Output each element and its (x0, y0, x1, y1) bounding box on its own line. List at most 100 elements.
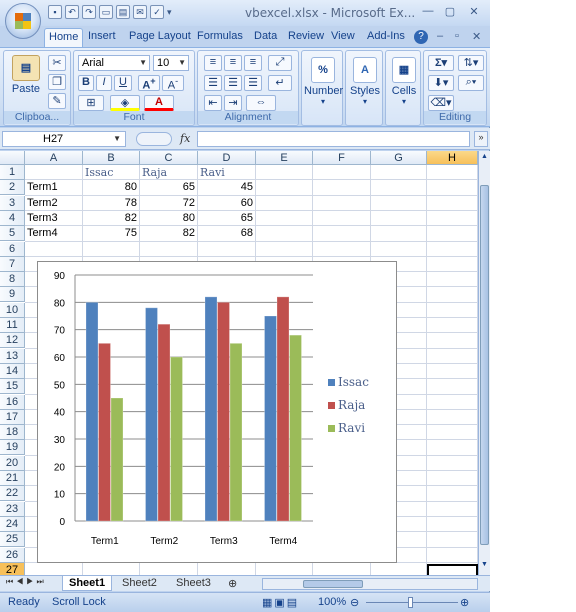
increase-indent-icon[interactable]: ⇥ (224, 95, 242, 111)
row-header-25[interactable]: 25 (0, 532, 25, 548)
row-header-17[interactable]: 17 (0, 409, 25, 425)
insert-sheet-icon[interactable]: ⊕ (224, 576, 241, 591)
row-label-cell[interactable]: Term1 (27, 180, 82, 195)
row-label-cell[interactable]: Term2 (27, 196, 82, 211)
shrink-font-icon[interactable]: A- (162, 75, 184, 92)
close-icon[interactable]: ✕ (464, 5, 484, 19)
autosum-icon[interactable]: Σ▾ (428, 55, 454, 71)
row-header-8[interactable]: 8 (0, 272, 25, 288)
row-header-15[interactable]: 15 (0, 379, 25, 395)
expand-formula-icon[interactable]: » (474, 131, 488, 147)
help-icon[interactable]: ? (414, 30, 428, 44)
zoom-level[interactable]: 100% (318, 596, 346, 608)
italic-button[interactable]: I (96, 75, 112, 91)
formula-bar-expander[interactable] (136, 132, 172, 146)
align-top-icon[interactable]: ≡ (204, 55, 222, 71)
column-header-A[interactable]: A (25, 151, 83, 165)
align-right-icon[interactable]: ☰ (244, 75, 262, 91)
tab-formulas[interactable]: Formulas (197, 30, 243, 48)
row-header-12[interactable]: 12 (0, 333, 25, 349)
redo-icon[interactable]: ↷ (82, 5, 96, 19)
decrease-indent-icon[interactable]: ⇤ (204, 95, 222, 111)
column-header-B[interactable]: B (83, 151, 140, 165)
header-cell[interactable]: Ravi (200, 165, 255, 180)
sheet-tab-2[interactable]: Sheet2 (116, 576, 163, 591)
row-label-cell[interactable]: Term4 (27, 226, 82, 241)
scroll-thumb[interactable] (480, 185, 489, 545)
tab-page-layout[interactable]: Page Layout (129, 30, 191, 48)
value-cell[interactable]: 45 (198, 180, 253, 195)
hscroll-thumb[interactable] (303, 580, 363, 588)
fill-icon[interactable]: ⬇▾ (428, 75, 454, 91)
wrap-text-icon[interactable]: ↵ (268, 75, 292, 91)
grow-font-icon[interactable]: A+ (138, 75, 160, 92)
align-middle-icon[interactable]: ≡ (224, 55, 242, 71)
save-icon[interactable]: ▪ (48, 5, 62, 19)
print-preview-icon[interactable]: ▤ (116, 5, 130, 19)
find-select-icon[interactable]: ⌕▾ (458, 75, 484, 91)
sort-filter-icon[interactable]: ⇅▾ (458, 55, 484, 71)
paste-button[interactable]: ▤ Paste (8, 55, 44, 95)
open-icon[interactable]: ▭ (99, 5, 113, 19)
select-all-corner[interactable] (0, 151, 25, 165)
ribbon-restore-icon[interactable]: ▫ (455, 30, 459, 48)
row-header-18[interactable]: 18 (0, 425, 25, 441)
row-header-16[interactable]: 16 (0, 394, 25, 410)
column-header-C[interactable]: C (140, 151, 198, 165)
format-painter-icon[interactable]: ✎ (48, 93, 66, 109)
active-cell-h27[interactable] (427, 564, 478, 575)
view-buttons-icon[interactable]: ▦▣▤ (262, 596, 299, 609)
orientation-icon[interactable]: ⤢ (268, 55, 292, 71)
row-header-9[interactable]: 9 (0, 287, 25, 303)
column-header-H[interactable]: H (427, 151, 478, 165)
column-header-G[interactable]: G (371, 151, 427, 165)
row-header-13[interactable]: 13 (0, 348, 25, 364)
value-cell[interactable]: 65 (140, 180, 195, 195)
value-cell[interactable]: 68 (198, 226, 253, 241)
merge-center-icon[interactable]: ⇔ (246, 95, 276, 111)
styles-group[interactable]: A Styles ▾ (345, 50, 383, 126)
clear-icon[interactable]: ⌫▾ (428, 95, 454, 111)
font-name-dropdown[interactable]: Arial ▼ (78, 55, 150, 71)
row-header-14[interactable]: 14 (0, 363, 25, 379)
column-header-F[interactable]: F (313, 151, 371, 165)
vertical-scrollbar[interactable]: ▲ ▼ (478, 151, 490, 575)
tab-insert[interactable]: Insert (88, 30, 116, 48)
align-bottom-icon[interactable]: ≡ (244, 55, 262, 71)
value-cell[interactable]: 72 (140, 196, 195, 211)
row-header-21[interactable]: 21 (0, 471, 25, 486)
zoom-slider-thumb[interactable] (408, 597, 413, 608)
tab-review[interactable]: Review (288, 30, 324, 48)
workbook-close-icon[interactable]: ✕ (472, 30, 481, 48)
zoom-out-icon[interactable]: ⊖ (350, 596, 359, 609)
row-header-22[interactable]: 22 (0, 486, 25, 502)
customize-qat-icon[interactable]: ▾ (167, 7, 172, 18)
value-cell[interactable]: 78 (83, 196, 137, 211)
value-cell[interactable]: 75 (83, 226, 137, 241)
underline-button[interactable]: U (114, 75, 132, 91)
header-cell[interactable]: Issac (85, 165, 140, 180)
number-button[interactable]: % Number ▾ (304, 57, 343, 106)
copy-icon[interactable]: ❐ (48, 74, 66, 90)
align-left-icon[interactable]: ☰ (204, 75, 222, 91)
row-header-3[interactable]: 3 (0, 195, 25, 211)
borders-icon[interactable]: ⊞ (78, 95, 104, 111)
styles-button[interactable]: A Styles ▾ (347, 57, 383, 106)
fx-icon[interactable]: fx (180, 132, 190, 145)
column-header-E[interactable]: E (256, 151, 313, 165)
font-color-icon[interactable]: A (144, 95, 174, 111)
tab-view[interactable]: View (331, 30, 355, 48)
cells-button[interactable]: ▦ Cells ▾ (387, 57, 421, 106)
row-label-cell[interactable]: Term3 (27, 211, 82, 226)
cut-icon[interactable]: ✂ (48, 55, 66, 71)
tab-home[interactable]: Home (44, 28, 84, 49)
value-cell[interactable]: 82 (140, 226, 195, 241)
row-header-19[interactable]: 19 (0, 440, 25, 456)
maximize-icon[interactable]: ▢ (440, 5, 460, 19)
email-icon[interactable]: ✉ (133, 5, 147, 19)
row-header-24[interactable]: 24 (0, 516, 25, 532)
row-header-4[interactable]: 4 (0, 210, 25, 226)
sheet-nav-icons[interactable]: ⏮◀▶⏭ (6, 577, 47, 587)
row-header-7[interactable]: 7 (0, 256, 25, 272)
font-size-dropdown[interactable]: 10 ▼ (153, 55, 189, 71)
